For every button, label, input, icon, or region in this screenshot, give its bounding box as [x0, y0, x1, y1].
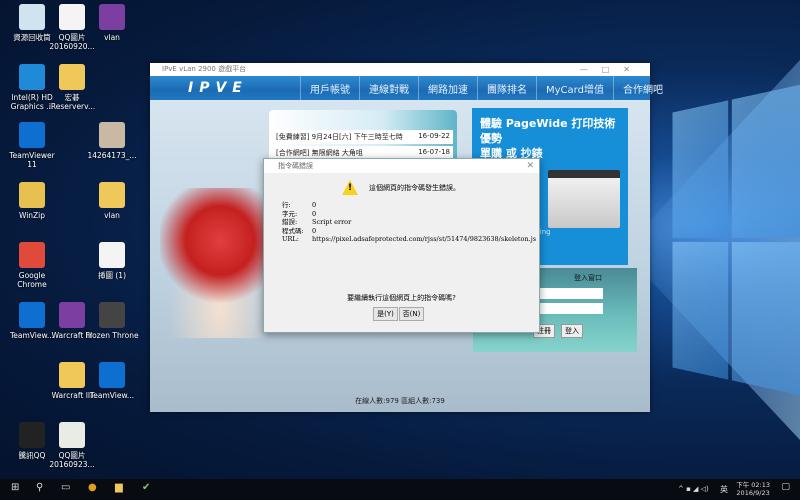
app-icon — [19, 4, 45, 30]
taskbar: ⊞ ⚲ ▭ ● ▆ ✔ ^ ▪ ◢ ◁) 英 下午 02:13 2016/9/23… — [0, 479, 800, 500]
script-error-dialog: 指令碼錯誤 ✕ ! 這個網頁的指令碼發生錯誤。 行: 0 字元: 0 錯誤: Scrip… — [263, 158, 540, 333]
desktop-icon[interactable]: WinZip — [4, 182, 60, 220]
desktop-icon[interactable]: Google Chrome — [4, 242, 60, 289]
app-icon — [59, 64, 85, 90]
nav-account[interactable]: 用戶帳號 — [300, 76, 359, 100]
app-icon — [99, 302, 125, 328]
desktop-icon[interactable]: 14264173_... — [84, 122, 140, 160]
app-icon — [19, 64, 45, 90]
desktop-icon-label: QQ圖片 20160923... — [49, 451, 95, 469]
start-icon[interactable]: ⊞ — [11, 482, 19, 493]
nav-accelerate[interactable]: 網路加速 — [418, 76, 477, 100]
notification-icon[interactable]: ▢ — [781, 482, 790, 492]
app-icon — [99, 4, 125, 30]
desktop-icon[interactable]: 揷圖 (1) — [84, 242, 140, 280]
desktop-icon-label: 宏碁 iReserverv... — [48, 93, 96, 111]
no-button[interactable]: 否(N) — [399, 307, 424, 321]
app-icon — [59, 302, 85, 328]
desktop-icon-label: Google Chrome — [17, 271, 47, 289]
desktop-icon-label: Frozen Throne — [85, 331, 139, 340]
desktop-icon[interactable]: QQ圖片 20160923... — [44, 422, 100, 469]
desktop-icon[interactable]: vlan — [84, 4, 140, 42]
app-icon — [99, 242, 125, 268]
desktop-icon-label: vlan — [104, 211, 120, 220]
app-icon — [99, 122, 125, 148]
search-icon[interactable]: ⚲ — [36, 482, 43, 493]
app-icon — [59, 422, 85, 448]
ipve-taskbar-icon[interactable]: ✔ — [142, 482, 150, 493]
desktop-icon-label: 揷圖 (1) — [97, 271, 126, 280]
nav-battle[interactable]: 連線對戰 — [359, 76, 418, 100]
desktop-icon[interactable]: 宏碁 iReserverv... — [44, 64, 100, 111]
desktop-icon[interactable]: TeamView... — [84, 362, 140, 400]
app-icon — [99, 362, 125, 388]
printer-image — [548, 170, 620, 228]
dialog-titlebar: 指令碼錯誤 ✕ — [264, 159, 539, 173]
desktop-icon-label: TeamViewer 11 — [9, 151, 55, 169]
top-nav: IPVE 用戶帳號 連線對戰 網路加速 團隊排名 MyCard增值 合作網吧 — [150, 76, 663, 100]
username-input[interactable] — [538, 288, 603, 299]
anime-banner-image — [160, 188, 280, 338]
windows-logo-wallpaper — [672, 84, 800, 396]
login-button[interactable]: 登入 — [561, 324, 583, 338]
nav-ranking[interactable]: 團隊排名 — [477, 76, 536, 100]
window-controls[interactable]: —□✕ — [580, 63, 644, 76]
desktop-icon-label: 14264173_... — [87, 151, 137, 160]
app-icon — [19, 422, 45, 448]
dialog-heading: 這個網頁的指令碼發生錯誤。 — [369, 184, 460, 192]
file-explorer-icon[interactable]: ▆ — [115, 482, 123, 493]
online-stats: 在線人數:979 區組人數:739 — [355, 397, 445, 405]
desktop-icon-label: vlan — [104, 33, 120, 42]
app-icon — [19, 242, 45, 268]
nav-partner[interactable]: 合作網吧 — [612, 76, 672, 100]
close-icon[interactable]: ✕ — [526, 159, 534, 173]
app-icon — [19, 122, 45, 148]
app-icon — [59, 362, 85, 388]
app-icon — [19, 302, 45, 328]
app-icon — [99, 182, 125, 208]
chrome-icon[interactable]: ● — [88, 482, 97, 493]
error-details: 行: 0 字元: 0 錯誤: Script error 程式碼: 0 URL: https… — [282, 201, 537, 243]
warning-icon: ! — [342, 180, 358, 195]
desktop-icon-label: WinZip — [18, 211, 46, 220]
app-icon — [19, 182, 45, 208]
dialog-title: 指令碼錯誤 — [278, 162, 313, 170]
desktop-icon[interactable]: vlan — [84, 182, 140, 220]
app-icon — [59, 4, 85, 30]
dialog-question: 要繼續執行這個網頁上的指令碼嗎? — [347, 294, 456, 302]
ipve-logo: IPVE — [188, 80, 248, 96]
password-input[interactable] — [538, 303, 603, 314]
task-view-icon[interactable]: ▭ — [61, 482, 70, 493]
window-titlebar[interactable]: IPvE vLan 2900 遊戲平台 —□✕ — [150, 63, 650, 76]
desktop-icon-label: TeamView... — [89, 391, 135, 400]
desktop-icon[interactable]: TeamViewer 11 — [4, 122, 60, 169]
tray-icons[interactable]: ^ ▪ ◢ ◁) — [678, 485, 709, 493]
desktop-icon[interactable]: Frozen Throne — [84, 302, 140, 340]
ime-indicator[interactable]: 英 — [720, 484, 728, 495]
clock[interactable]: 下午 02:13 2016/9/23 — [736, 481, 770, 497]
nav-mycard[interactable]: MyCard增值 — [536, 76, 613, 100]
ad-headline: 體驗 PageWide 打印技術優勢 — [480, 117, 616, 145]
news-item[interactable]: [免費練習] 9月24日[六] 下午三時至七時 16-09-22 — [273, 130, 453, 144]
yes-button[interactable]: 是(Y) — [373, 307, 398, 321]
window-title: IPvE vLan 2900 遊戲平台 — [162, 65, 247, 73]
